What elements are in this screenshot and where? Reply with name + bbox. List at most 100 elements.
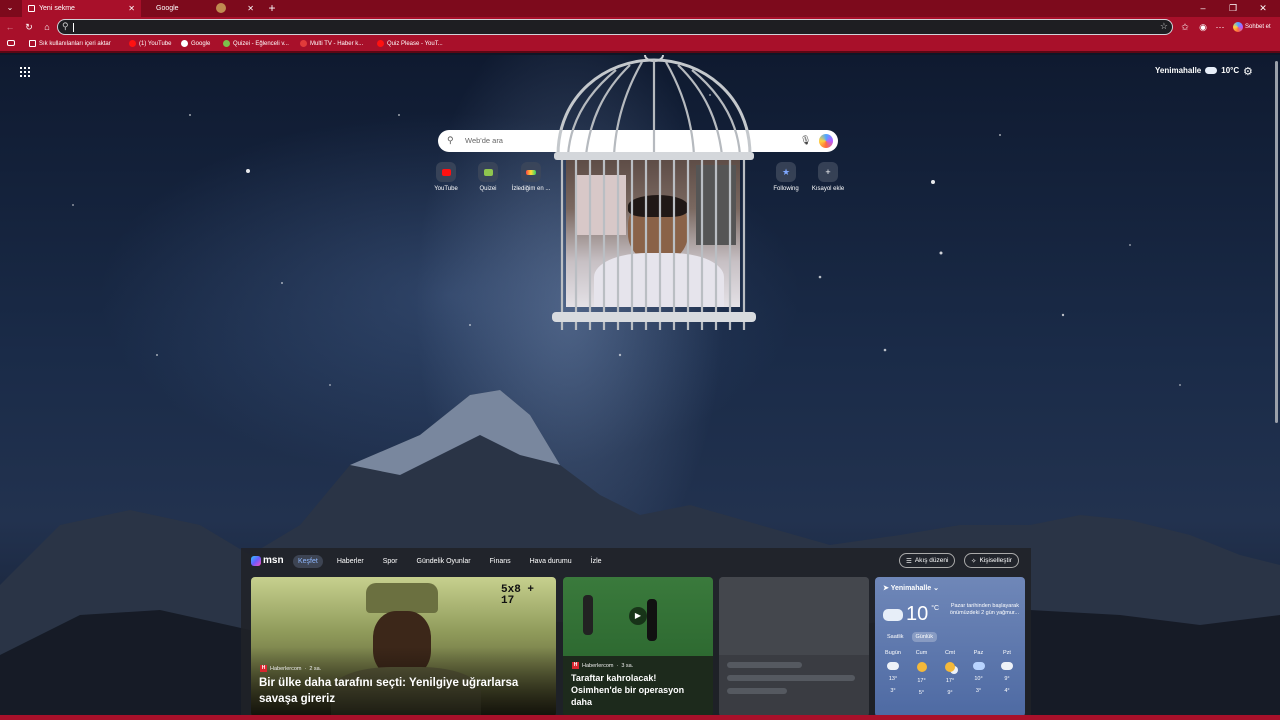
toolbar: ← ↻ ⌂ ⚲ ☆ ✩ ◉ ⋯ Sohbet et: [0, 17, 1280, 38]
msn-feed: msn Keşfet Haberler Spor Gündelik Oyunla…: [241, 548, 1031, 720]
microphone-icon[interactable]: 🎙: [800, 135, 811, 146]
google-icon: [181, 40, 188, 47]
tab-hourly[interactable]: Saatlik: [883, 632, 908, 642]
address-bar[interactable]: ⚲ ☆: [57, 19, 1173, 35]
personalize-button[interactable]: ✧ Kişiselleştir: [964, 553, 1019, 568]
settings-gear-icon[interactable]: ⚙: [1243, 65, 1253, 78]
favorite-star-icon[interactable]: ☆: [1160, 21, 1168, 32]
bookmark-youtube[interactable]: (1) YouTube: [129, 40, 171, 47]
feed-layout-button[interactable]: ☰ Akış düzeni: [899, 553, 956, 568]
personalize-label: Kişiselleştir: [979, 557, 1012, 564]
youtube-icon: [377, 40, 384, 47]
scrollbar[interactable]: [1272, 55, 1280, 720]
weather-note[interactable]: Pazar tarihinden başlayarak önümüzdeki 2…: [949, 603, 1019, 617]
forecast-day: Cum 17° 5°: [910, 650, 934, 696]
haberler-logo-icon: H: [260, 665, 267, 672]
quicklink-label: Kısayol ekle: [811, 186, 845, 192]
cloud-icon: [1205, 67, 1218, 74]
day-high: 17°: [917, 678, 926, 684]
feed-nav: Keşfet Haberler Spor Gündelik Oyunlar Fi…: [293, 555, 607, 568]
quicklink-add[interactable]: + Kısayol ekle: [805, 162, 851, 192]
news-card[interactable]: ▶ H Haberlercom · 3 sa. Taraftar kahrolac…: [563, 577, 713, 717]
play-icon[interactable]: ▶: [629, 607, 647, 625]
address-input[interactable]: [76, 20, 1156, 34]
day-low: 4°: [1004, 688, 1010, 694]
tab-label: Yeni sekme: [39, 5, 75, 12]
favorites-icon[interactable]: ✩: [1178, 20, 1192, 34]
msn-butterfly-icon: [251, 555, 261, 566]
nav-izle[interactable]: İzle: [586, 555, 607, 568]
nav-spor[interactable]: Spor: [378, 555, 403, 568]
weather-current: 10 °C: [883, 603, 939, 626]
day-name: Pzt: [1003, 650, 1011, 656]
bookmark-import[interactable]: Sık kullanılanları içeri aktar: [29, 40, 111, 47]
reading-list-icon[interactable]: [7, 40, 15, 46]
forecast-day: Cmt 17° 9°: [938, 650, 962, 696]
bookmark-label: (1) YouTube: [139, 40, 172, 47]
nav-finans[interactable]: Finans: [485, 555, 516, 568]
new-tab-plus-icon[interactable]: +: [265, 1, 279, 15]
haberler-logo-icon: H: [572, 662, 579, 669]
weather-temp: 10: [906, 603, 929, 625]
news-source: H Haberlercom · 2 sa.: [260, 665, 322, 672]
msn-logo[interactable]: msn: [251, 555, 284, 566]
close-tab-icon[interactable]: ✕: [247, 4, 254, 13]
bookmark-google[interactable]: Google: [181, 40, 210, 47]
bookmark-label: Quiz Please - YouT...: [387, 40, 443, 47]
apps-grid-icon[interactable]: [20, 67, 30, 77]
weather-temp: 10°C: [1221, 66, 1240, 75]
quicklink-youtube[interactable]: YouTube: [423, 162, 469, 192]
nav-gundelik-oyunlar[interactable]: Gündelik Oyunlar: [412, 555, 476, 568]
cloud-icon: [883, 609, 903, 621]
maximize-icon[interactable]: ❐: [1218, 0, 1248, 17]
location-name: Yenimahalle: [890, 585, 932, 592]
weather-widget-top[interactable]: Yenimahalle 10°C: [1155, 66, 1239, 75]
quicklink-following[interactable]: ★ Following: [763, 162, 809, 192]
loading-card: [719, 577, 869, 717]
bookmark-quizplease[interactable]: Quiz Please - YouT...: [377, 40, 443, 47]
weather-card[interactable]: ➤ Yenimahalle ⌄ 10 °C Pazar tarihinden b…: [875, 577, 1025, 717]
quicklink-label: Following: [773, 186, 799, 192]
profile-icon[interactable]: ◉: [1196, 20, 1210, 34]
day-high: 10°: [974, 676, 983, 682]
weather-unit: °C: [931, 605, 940, 612]
close-window-icon[interactable]: ✕: [1248, 0, 1278, 17]
forecast-day: Bugün 13° 3°: [881, 650, 905, 696]
scrollbar-thumb[interactable]: [1275, 61, 1278, 423]
refresh-icon[interactable]: ↻: [22, 20, 36, 34]
bookmark-label: Sık kullanılanları içeri aktar: [39, 40, 111, 47]
copilot-chat-button[interactable]: Sohbet et: [1231, 19, 1277, 35]
news-card[interactable]: 5x8 + 17 H Haberlercom · 2 sa. Bir ülke d…: [251, 577, 556, 717]
feed-layout-label: Akış düzeni: [914, 557, 949, 564]
tab-google[interactable]: Google ✕: [150, 0, 260, 17]
copilot-icon[interactable]: [819, 134, 833, 148]
day-name: Paz: [973, 650, 984, 656]
player-figure: [583, 595, 593, 635]
day-high: 13°: [888, 676, 898, 682]
tab-actions-chevron-icon[interactable]: ⌄: [4, 2, 16, 14]
forecast-days: Bugün 13° 3° Cum 17° 5° Cmt 17° 9° Paz 1…: [881, 650, 1019, 696]
site-icon: [521, 162, 541, 182]
source-time: 2 sa.: [309, 665, 322, 672]
day-name: Cmt: [944, 650, 956, 656]
tab-new-tab[interactable]: Yeni sekme ✕: [22, 0, 141, 17]
home-icon[interactable]: ⌂: [40, 20, 54, 34]
nav-kesfet[interactable]: Keşfet: [293, 555, 323, 568]
bookmark-quizei[interactable]: Quizei - Eğlenceli v...: [223, 40, 289, 47]
nav-haberler[interactable]: Haberler: [332, 555, 369, 568]
bookmark-multitv[interactable]: Multi TV - Haber k...: [300, 40, 363, 47]
more-menu-icon[interactable]: ⋯: [1213, 20, 1227, 34]
bookmark-label: Quizei - Eğlenceli v...: [233, 40, 289, 47]
back-arrow-icon[interactable]: ←: [3, 20, 17, 34]
quicklink-quizei[interactable]: Quizei: [465, 162, 511, 192]
news-headline: Taraftar kahrolacak! Osimhen'de bir oper…: [571, 673, 685, 708]
tab-daily[interactable]: Günlük: [911, 632, 937, 642]
forecast-day: Pzt 9° 4°: [995, 650, 1019, 696]
nav-hava-durumu[interactable]: Hava durumu: [525, 555, 577, 568]
image-text: 5x8 + 17: [501, 584, 535, 607]
weather-location[interactable]: ➤ Yenimahalle ⌄: [883, 584, 939, 592]
search-icon: ⚲: [62, 21, 69, 31]
minimize-icon[interactable]: –: [1188, 0, 1218, 17]
close-tab-icon[interactable]: ✕: [128, 4, 135, 13]
chat-label: Sohbet et: [1245, 24, 1271, 30]
